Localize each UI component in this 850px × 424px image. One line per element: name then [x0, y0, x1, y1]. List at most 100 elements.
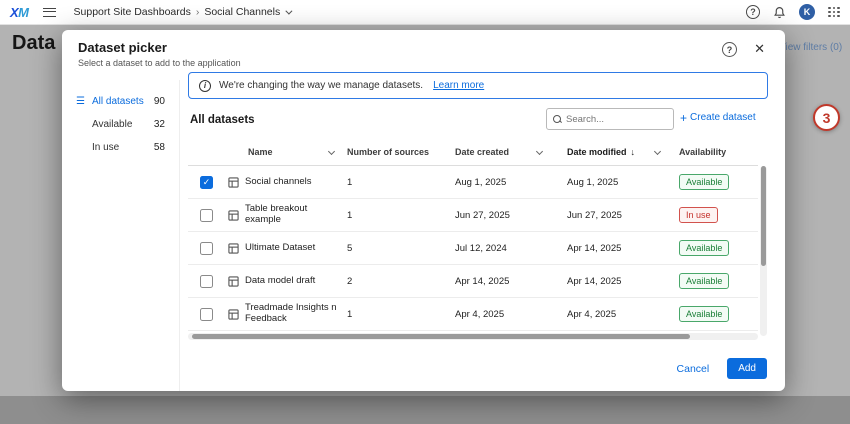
column-header-created[interactable]: Date created	[450, 147, 562, 157]
dataset-icon	[228, 243, 239, 254]
sidebar-item-count: 90	[154, 96, 165, 107]
sidebar-item-label: Available	[92, 119, 149, 130]
top-navigation-bar: XM Support Site Dashboards › Social Chan…	[0, 0, 850, 25]
app-window: XM Support Site Dashboards › Social Chan…	[0, 0, 850, 424]
column-header-availability[interactable]: Availability	[674, 147, 758, 157]
vertical-scrollbar[interactable]	[760, 166, 767, 336]
list-icon: ☰	[76, 96, 87, 107]
dataset-date-modified: Apr 14, 2025	[562, 276, 674, 287]
modal-title: Dataset picker	[78, 40, 167, 55]
modal-help-icon[interactable]: ?	[722, 42, 737, 57]
dataset-date-created: Jun 27, 2025	[450, 210, 562, 221]
app-grid-icon[interactable]	[828, 7, 840, 18]
dataset-date-modified: Jun 27, 2025	[562, 210, 674, 221]
horizontal-scrollbar[interactable]	[188, 333, 758, 340]
banner-text: We're changing the way we manage dataset…	[219, 80, 423, 91]
sidebar-item-label: All datasets	[92, 96, 149, 107]
dataset-picker-modal: Dataset picker Select a dataset to add t…	[62, 30, 785, 391]
table-body: ✓ Social channels 1 Aug 1, 2025 Aug 1, 2…	[188, 166, 758, 331]
table-row[interactable]: Ultimate Dataset 5 Jul 12, 2024 Apr 14, …	[188, 232, 758, 265]
dataset-date-modified: Apr 14, 2025	[562, 243, 674, 254]
horizontal-scrollbar-thumb[interactable]	[192, 334, 690, 339]
page-content-dimmed	[0, 396, 850, 424]
add-button[interactable]: Add	[727, 358, 767, 379]
help-icon[interactable]: ?	[746, 5, 760, 19]
search-box[interactable]	[546, 108, 674, 130]
dataset-name: Data model draft	[245, 276, 315, 287]
dataset-sources: 1	[340, 210, 450, 221]
row-checkbox[interactable]	[200, 242, 213, 255]
view-filters-link[interactable]: View filters (0)	[779, 42, 842, 53]
search-input[interactable]	[566, 114, 667, 125]
status-badge: Available	[679, 174, 729, 190]
sidebar-item[interactable]: Available 32	[62, 113, 179, 136]
sidebar-item-count: 32	[154, 119, 165, 130]
sidebar-item-label: In use	[92, 142, 149, 153]
column-header-modified[interactable]: Date modified ↓	[562, 147, 674, 157]
dataset-icon	[228, 177, 239, 188]
dataset-icon	[228, 276, 239, 287]
dataset-date-created: Aug 1, 2025	[450, 177, 562, 188]
dataset-name: Treadmade Insights n Feedback	[245, 303, 340, 325]
dataset-icon	[228, 210, 239, 221]
status-badge: Available	[679, 306, 729, 322]
section-title: All datasets	[190, 114, 255, 126]
create-dataset-label: Create dataset	[690, 112, 756, 123]
close-icon[interactable]: ✕	[754, 41, 765, 57]
notifications-bell-icon[interactable]	[773, 6, 786, 19]
dataset-sources: 1	[340, 177, 450, 188]
chevron-down-icon[interactable]	[286, 7, 293, 14]
sidebar-item[interactable]: In use 58	[62, 136, 179, 159]
search-icon	[553, 115, 561, 123]
sort-chevron-icon[interactable]	[654, 148, 661, 155]
dataset-name: Ultimate Dataset	[245, 243, 315, 254]
sort-chevron-icon[interactable]	[328, 148, 335, 155]
table-row[interactable]: Treadmade Insights n Feedback 1 Apr 4, 2…	[188, 298, 758, 331]
dataset-date-created: Apr 4, 2025	[450, 309, 562, 320]
user-avatar[interactable]: K	[799, 4, 815, 20]
dataset-icon	[228, 309, 239, 320]
dataset-sources: 2	[340, 276, 450, 287]
row-checkbox[interactable]	[200, 275, 213, 288]
dataset-date-modified: Apr 4, 2025	[562, 309, 674, 320]
table-header-row: Name Number of sources Date created Date…	[188, 138, 758, 166]
datasets-table: Name Number of sources Date created Date…	[188, 138, 758, 331]
breadcrumb-current[interactable]: Social Channels	[204, 6, 280, 18]
info-banner: i We're changing the way we manage datas…	[188, 72, 768, 99]
row-checkbox[interactable]	[200, 308, 213, 321]
page-title: Data	[12, 32, 55, 55]
status-badge: In use	[679, 207, 718, 223]
dataset-date-modified: Aug 1, 2025	[562, 177, 674, 188]
create-dataset-button[interactable]: + Create dataset	[680, 112, 756, 123]
dataset-name: Table breakout example	[245, 204, 340, 226]
modal-sidebar: ☰ All datasets 90 Available 32 In use 58	[62, 80, 180, 391]
sidebar-item[interactable]: ☰ All datasets 90	[62, 90, 179, 113]
breadcrumb-separator-icon: ›	[196, 6, 200, 18]
breadcrumb-root[interactable]: Support Site Dashboards	[74, 6, 191, 18]
dataset-name: Social channels	[245, 177, 312, 188]
sort-chevron-icon[interactable]	[536, 148, 543, 155]
status-badge: Available	[679, 273, 729, 289]
sidebar-item-count: 58	[154, 142, 165, 153]
table-row[interactable]: Table breakout example 1 Jun 27, 2025 Ju…	[188, 199, 758, 232]
modal-footer: Cancel Add	[677, 358, 767, 379]
info-icon: i	[199, 80, 211, 92]
dataset-sources: 1	[340, 309, 450, 320]
vertical-scrollbar-thumb[interactable]	[761, 166, 766, 266]
dataset-date-created: Apr 14, 2025	[450, 276, 562, 287]
column-header-sources[interactable]: Number of sources	[340, 147, 450, 157]
xm-logo: XM	[10, 5, 29, 20]
row-checkbox[interactable]: ✓	[200, 176, 213, 189]
hamburger-menu-icon[interactable]	[43, 8, 56, 17]
sort-direction-icon: ↓	[631, 147, 636, 157]
learn-more-link[interactable]: Learn more	[433, 80, 484, 91]
annotation-marker: 3	[813, 104, 840, 131]
table-row[interactable]: Data model draft 2 Apr 14, 2025 Apr 14, …	[188, 265, 758, 298]
row-checkbox[interactable]	[200, 209, 213, 222]
modal-subtitle: Select a dataset to add to the applicati…	[78, 58, 241, 68]
table-row[interactable]: ✓ Social channels 1 Aug 1, 2025 Aug 1, 2…	[188, 166, 758, 199]
dataset-date-created: Jul 12, 2024	[450, 243, 562, 254]
cancel-button[interactable]: Cancel	[677, 363, 710, 375]
dataset-sources: 5	[340, 243, 450, 254]
column-header-name[interactable]: Name	[228, 147, 340, 157]
